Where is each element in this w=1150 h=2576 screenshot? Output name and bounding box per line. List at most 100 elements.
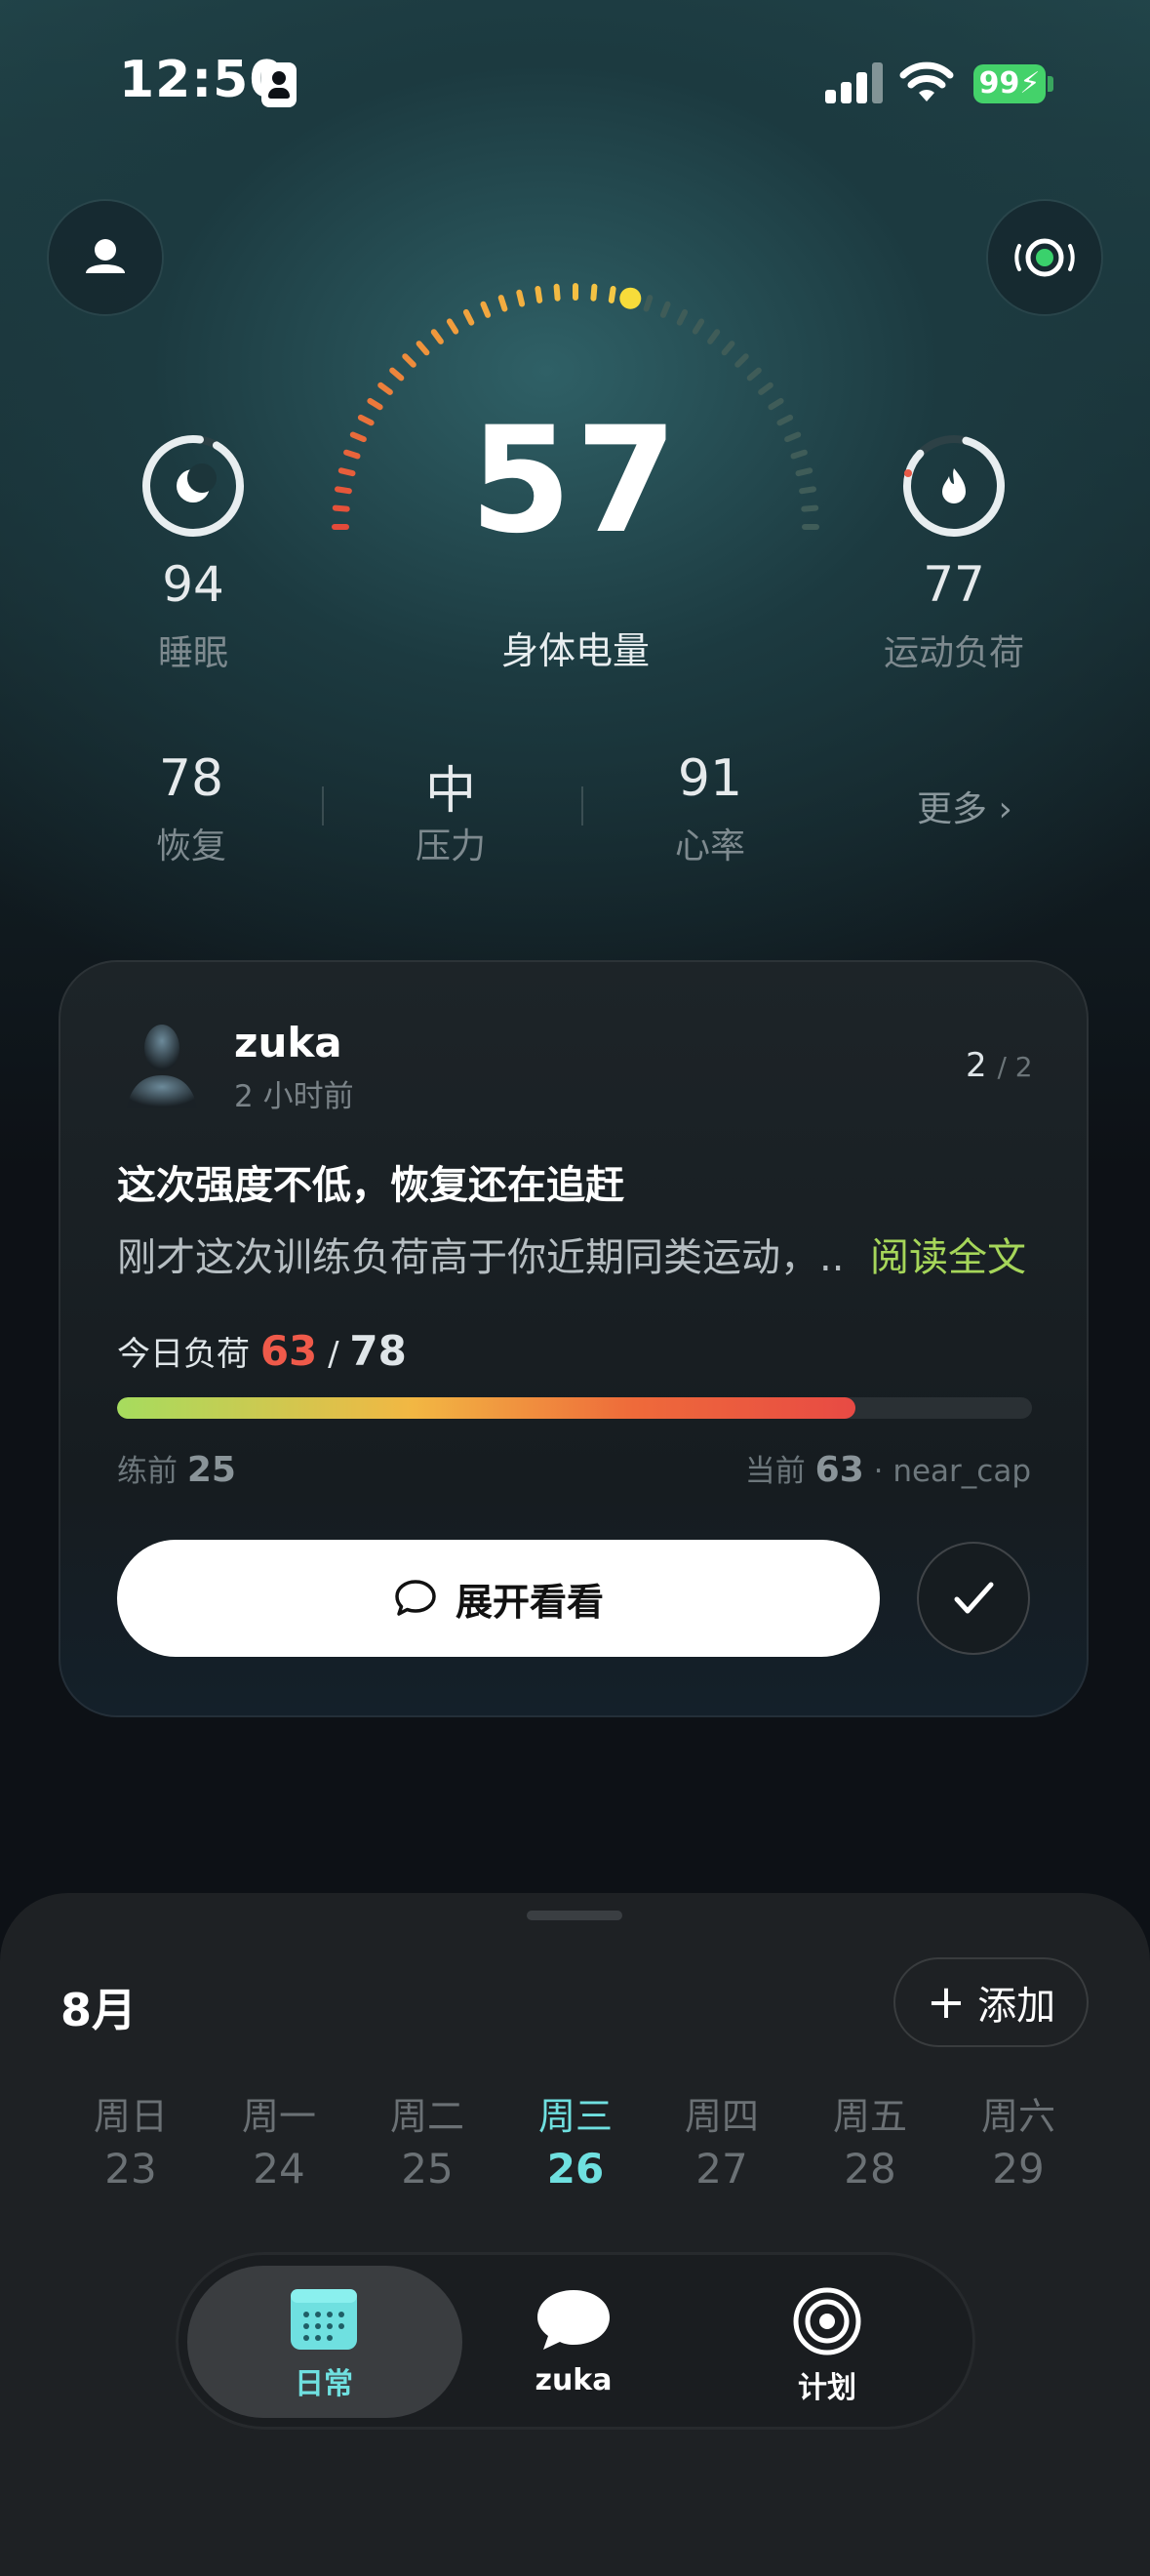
- gauge-tick: [497, 295, 508, 312]
- gauge-tick: [462, 308, 475, 326]
- gauge-tick: [335, 486, 352, 495]
- date-label-selected[interactable]: 26: [517, 2145, 634, 2193]
- tab-zuka[interactable]: zuka: [476, 2287, 671, 2397]
- wifi-icon: [899, 61, 954, 101]
- weekday-label[interactable]: 周五: [812, 2086, 929, 2140]
- gauge-tick: [643, 295, 654, 312]
- month-label[interactable]: 8月: [60, 1975, 137, 2039]
- record-button[interactable]: [988, 201, 1101, 314]
- gauge-tick: [707, 329, 721, 344]
- gauge-tick: [416, 341, 430, 356]
- gauge-tick: [367, 397, 383, 411]
- battery-tip: [1048, 76, 1053, 92]
- divider: [581, 786, 583, 825]
- gauge-tick: [516, 289, 526, 307]
- pre-training-load: 练前 25: [117, 1450, 236, 1490]
- training-load-ring[interactable]: [895, 427, 1012, 544]
- load-progress-fill: [117, 1397, 855, 1419]
- gauge-tick: [377, 382, 393, 395]
- gauge-tick: [799, 486, 816, 495]
- battery-indicator: 99⚡: [973, 64, 1046, 103]
- body-battery-label: 身体电量: [500, 629, 650, 672]
- date-label[interactable]: 27: [663, 2145, 780, 2193]
- date-label[interactable]: 23: [72, 2145, 189, 2193]
- gauge-tick: [357, 414, 375, 426]
- expand-button[interactable]: 展开看看: [117, 1540, 880, 1657]
- calendar-icon: [291, 2289, 357, 2350]
- card-timestamp: 2 小时前: [234, 1079, 354, 1114]
- weekday-label[interactable]: 周二: [369, 2086, 486, 2140]
- gauge-tick: [784, 431, 802, 443]
- date-label[interactable]: 25: [369, 2145, 486, 2193]
- weekday-label[interactable]: 周四: [663, 2086, 780, 2140]
- card-body: 刚才这次训练负荷高于你近期同类运动，..: [117, 1235, 845, 1280]
- gauge-tick: [337, 467, 356, 477]
- load-current: 63: [259, 1327, 318, 1375]
- sheet-handle[interactable]: [527, 1911, 622, 1920]
- gauge-tick: [349, 431, 367, 443]
- gauge-tick: [535, 286, 543, 303]
- gauge-tick: [389, 367, 405, 382]
- gauge-tick: [430, 329, 444, 344]
- acknowledge-button[interactable]: [917, 1542, 1030, 1655]
- gauge-tick: [734, 353, 749, 368]
- recovery-label: 恢复: [155, 826, 226, 866]
- gauge-tick: [402, 353, 416, 368]
- checkmark-icon: [954, 1582, 994, 1614]
- record-icon: [1014, 238, 1075, 277]
- status-time: 12:50: [119, 51, 286, 109]
- card-pager: 2 / 2: [966, 1046, 1033, 1085]
- recovery-value[interactable]: 78: [94, 749, 289, 808]
- sleep-label: 睡眠: [157, 633, 228, 673]
- speech-bubble-icon: [395, 1580, 436, 1616]
- training-load-value: 77: [923, 556, 985, 613]
- heart-rate-value[interactable]: 91: [613, 749, 808, 808]
- more-link[interactable]: 更多 ›: [917, 781, 1012, 831]
- gauge-tick: [721, 341, 735, 356]
- weekday-label[interactable]: 周一: [220, 2086, 337, 2140]
- gauge-tick: [692, 318, 705, 335]
- gauge-tick: [343, 449, 361, 460]
- tab-plan-label: 计划: [798, 2371, 856, 2405]
- add-button[interactable]: + 添加: [893, 1957, 1089, 2047]
- cellular-signal-icon: [825, 60, 884, 103]
- sleep-value: 94: [162, 556, 224, 613]
- gauge-indicator-dot: [619, 287, 642, 309]
- gauge-tick: [446, 318, 459, 335]
- card-username: zuka: [234, 1019, 342, 1067]
- stress-value[interactable]: 中: [353, 749, 548, 823]
- gauge-tick: [758, 382, 773, 395]
- gauge-tick: [590, 283, 598, 302]
- weekday-label-selected[interactable]: 周三: [517, 2086, 634, 2140]
- gauge-tick: [553, 283, 561, 302]
- moon-icon: [177, 463, 217, 503]
- gauge-tick: [608, 286, 616, 303]
- date-label[interactable]: 28: [812, 2145, 929, 2193]
- id-card-icon: [261, 62, 297, 107]
- load-total: 78: [349, 1327, 407, 1375]
- current-load: 当前 63 · near_cap: [744, 1450, 1031, 1490]
- tab-plan[interactable]: 计划: [730, 2287, 925, 2406]
- tab-daily-label: 日常: [295, 2367, 353, 2401]
- sleep-ring[interactable]: [135, 427, 252, 544]
- avatar: [127, 1025, 197, 1108]
- gauge-tick: [768, 397, 784, 411]
- training-load-label: 运动负荷: [883, 633, 1024, 673]
- divider: [322, 786, 324, 825]
- flame-icon: [942, 468, 966, 503]
- profile-button[interactable]: [49, 201, 162, 314]
- date-label[interactable]: 29: [960, 2145, 1077, 2193]
- chevron-right-icon: ›: [998, 789, 1012, 829]
- tab-zuka-label: zuka: [535, 2363, 613, 2397]
- load-progress-bar: [117, 1397, 1032, 1419]
- tab-daily[interactable]: 日常: [226, 2287, 421, 2402]
- gauge-tick: [676, 308, 689, 326]
- date-label[interactable]: 24: [220, 2145, 337, 2193]
- person-icon: [86, 239, 125, 273]
- chat-bubble-icon: [537, 2290, 610, 2350]
- weekday-label[interactable]: 周日: [72, 2086, 189, 2140]
- read-more-link[interactable]: 阅读全文: [870, 1226, 1026, 1282]
- gauge-tick: [790, 449, 808, 460]
- gauge-tick: [801, 504, 819, 512]
- weekday-label[interactable]: 周六: [960, 2086, 1077, 2140]
